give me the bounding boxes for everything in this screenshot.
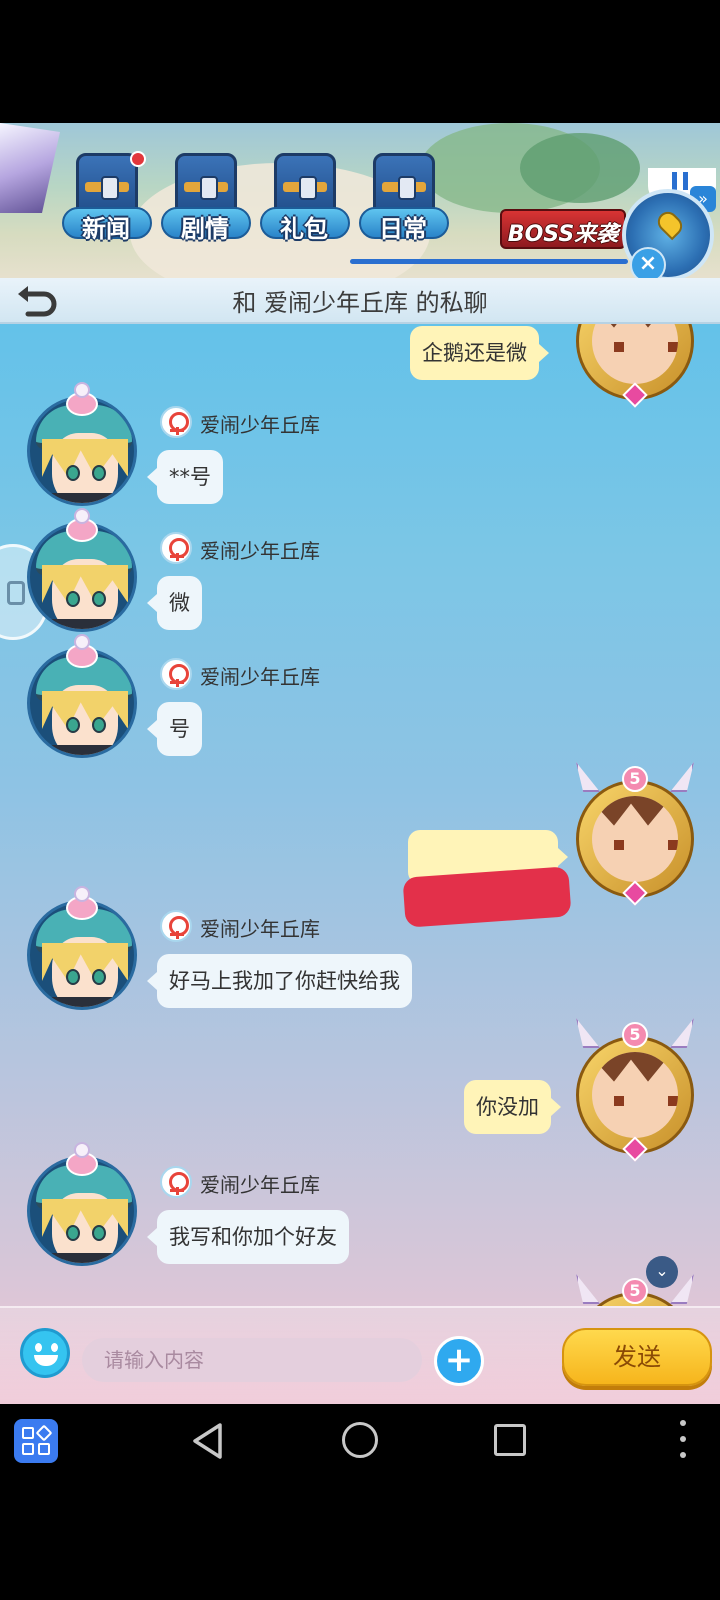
friend-message-bubble: **号 — [147, 450, 223, 504]
app-drawer-icon[interactable] — [14, 1419, 58, 1463]
level-badge: 5 — [622, 1022, 648, 1048]
pause-icon — [672, 172, 688, 190]
mini-map[interactable]: × — [622, 189, 714, 283]
notification-dot — [130, 151, 146, 167]
vip-badge-icon — [60, 382, 104, 418]
level-badge: 5 — [622, 1278, 648, 1304]
my-avatar[interactable]: 5 — [570, 1274, 700, 1306]
female-gender-icon — [160, 406, 192, 438]
vip-badge-icon — [60, 1142, 104, 1178]
scene-tree — [520, 133, 640, 203]
vip-badge-icon — [60, 508, 104, 544]
emoji-icon[interactable] — [20, 1328, 70, 1378]
message-input[interactable] — [82, 1338, 422, 1382]
female-gender-icon — [160, 532, 192, 564]
vip-badge-icon — [60, 886, 104, 922]
my-message-bubble: 企鹅还是微 — [410, 326, 549, 380]
redaction-mark — [402, 866, 572, 928]
my-avatar[interactable]: 5 — [570, 1018, 700, 1162]
my-avatar[interactable] — [570, 324, 700, 408]
system-navigation-bar — [0, 1404, 720, 1476]
friend-message-bubble: 好马上我加了你赶快给我 — [147, 954, 412, 1008]
my-message-bubble: 你没加 — [464, 1080, 561, 1134]
story-label: 剧情 — [181, 215, 229, 243]
friend-message-bubble: 号 — [147, 702, 202, 756]
sender-name: 爱闹少年丘库 — [200, 665, 320, 689]
female-gender-icon — [160, 1166, 192, 1198]
friend-message-bubble: 微 — [147, 576, 202, 630]
nav-recents-icon[interactable] — [494, 1424, 526, 1456]
level-badge: 5 — [622, 766, 648, 792]
send-button[interactable]: 发送 — [562, 1328, 712, 1386]
nav-home-icon[interactable] — [342, 1422, 378, 1458]
boss-event-label: BOSS来袭 — [507, 222, 619, 247]
sender-name: 爱闹少年丘库 — [200, 917, 320, 941]
sender-name: 爱闹少年丘库 — [200, 539, 320, 563]
gift-label: 礼包 — [280, 215, 328, 243]
boss-progress-bar — [350, 259, 628, 264]
plus-icon[interactable]: + — [434, 1336, 484, 1386]
friend-message-bubble: 我写和你加个好友 — [147, 1210, 349, 1264]
gift-button[interactable]: 礼包 — [256, 147, 352, 257]
chat-title: 和 爱闹少年丘库 的私聊 — [232, 289, 488, 317]
my-avatar[interactable]: 5 — [570, 762, 700, 906]
news-button[interactable]: 新闻 — [58, 147, 154, 257]
scroll-down-icon[interactable]: ⌄ — [646, 1256, 678, 1288]
female-gender-icon — [160, 658, 192, 690]
phone-icon — [7, 581, 25, 605]
story-button[interactable]: 剧情 — [157, 147, 253, 257]
message-list[interactable]: 企鹅还是微 爱闹少年丘库 **号 爱闹少年丘库 微 爱闹少年丘库 号 5 爱闹少… — [0, 324, 720, 1306]
daily-button[interactable]: 日常 — [355, 147, 451, 257]
chat-header: 和 爱闹少年丘库 的私聊 — [0, 278, 720, 324]
scene-character — [0, 123, 60, 213]
private-chat-window: 和 爱闹少年丘库 的私聊 企鹅还是微 爱闹少年丘库 **号 爱闹少年丘库 微 爱… — [0, 278, 720, 1404]
sender-name: 爱闹少年丘库 — [200, 413, 320, 437]
screen: 新闻 剧情 礼包 日常 BOSS来袭 » × 和 爱闹少年丘库 的私聊 企鹅还是… — [0, 0, 720, 1600]
more-options-icon[interactable] — [680, 1420, 688, 1460]
daily-label: 日常 — [379, 215, 427, 243]
female-gender-icon — [160, 910, 192, 942]
location-pin-icon — [653, 207, 687, 241]
news-label: 新闻 — [82, 215, 130, 243]
chat-input-bar: + 发送 — [0, 1306, 720, 1404]
sender-name: 爱闹少年丘库 — [200, 1173, 320, 1197]
game-scene: 新闻 剧情 礼包 日常 BOSS来袭 » × — [0, 123, 720, 283]
nav-back-icon[interactable] — [190, 1422, 226, 1460]
boss-event-button[interactable]: BOSS来袭 — [500, 209, 626, 249]
vip-badge-icon — [60, 634, 104, 670]
